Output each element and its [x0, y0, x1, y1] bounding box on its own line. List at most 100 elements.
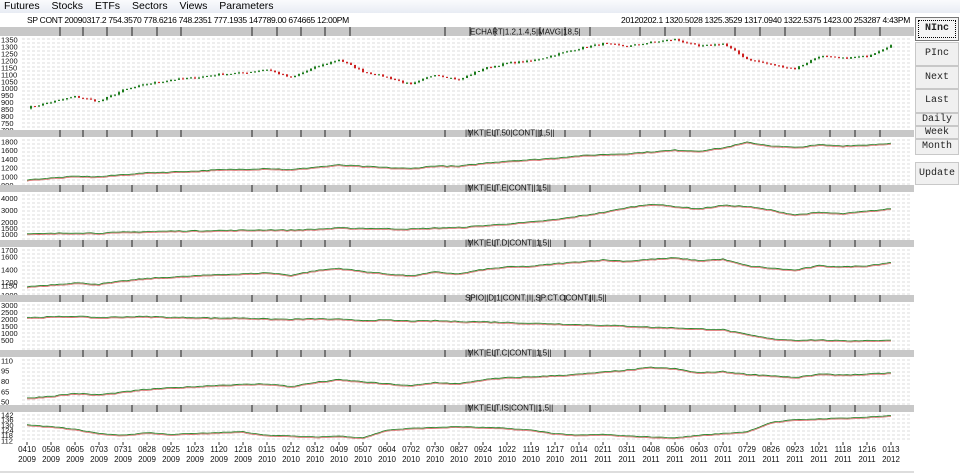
x-tick-label: 0410 — [18, 445, 36, 454]
x-tick-year: 2009 — [186, 455, 204, 464]
candle — [758, 60, 760, 62]
candle — [710, 44, 712, 46]
x-tick-year: 2010 — [354, 455, 372, 464]
candle — [378, 74, 380, 76]
candle — [686, 42, 688, 44]
candle — [250, 71, 252, 73]
candle — [782, 65, 784, 68]
candle — [342, 59, 344, 62]
y-tick-label: 110 — [1, 356, 13, 365]
update-button[interactable]: Update — [915, 162, 959, 185]
x-tick-year: 2011 — [786, 455, 804, 464]
daily-button[interactable]: Daily — [915, 113, 959, 126]
candle — [726, 43, 728, 47]
x-tick-label: 0604 — [378, 445, 396, 454]
next-button[interactable]: Next — [915, 66, 959, 89]
month-button[interactable]: Month — [915, 139, 959, 155]
candle — [846, 57, 848, 59]
candle — [690, 43, 692, 45]
menu-stocks[interactable]: Stocks — [52, 0, 84, 12]
candle — [706, 44, 708, 46]
menu-views[interactable]: Views — [180, 0, 208, 12]
candle — [638, 44, 640, 46]
candle — [286, 74, 288, 77]
x-tick-label: 0730 — [426, 445, 444, 454]
candle — [422, 78, 424, 81]
candle — [698, 44, 700, 47]
candle — [778, 65, 780, 67]
x-tick-year: 2010 — [282, 455, 300, 464]
week-button[interactable]: Week — [915, 126, 959, 139]
candle — [70, 97, 72, 99]
menu-futures[interactable]: Futures — [4, 0, 40, 12]
candle — [746, 56, 748, 60]
candle — [742, 53, 744, 57]
candle — [554, 55, 556, 57]
candle — [458, 79, 460, 81]
candle — [438, 75, 440, 77]
candle — [326, 63, 328, 65]
candle — [654, 41, 656, 43]
candle — [618, 44, 620, 46]
candle — [138, 85, 140, 88]
candle — [530, 60, 532, 62]
x-tick-year: 2009 — [162, 455, 180, 464]
y-tick-label: 1600 — [1, 253, 18, 262]
ninc-button[interactable]: NInc — [915, 17, 959, 41]
candle — [822, 56, 824, 58]
panel-header — [0, 27, 914, 36]
candle — [834, 56, 836, 58]
candle — [318, 66, 320, 68]
candle — [74, 96, 76, 98]
x-tick-label: 1120 — [210, 445, 228, 454]
candle — [54, 100, 56, 103]
last-button[interactable]: Last — [915, 89, 959, 113]
candle — [370, 72, 372, 74]
candle — [546, 57, 548, 59]
candle — [762, 61, 764, 63]
candle — [522, 61, 524, 63]
multi-panel-chart[interactable]: ECHART|1.2,1.4,5|MAVG|18,5|1350130012501… — [0, 27, 914, 474]
x-tick-label: 0113 — [882, 445, 900, 454]
x-tick-label: 0507 — [354, 445, 372, 454]
candle — [646, 43, 648, 45]
x-tick-label: 0603 — [690, 445, 708, 454]
candle — [102, 99, 104, 102]
candle — [238, 72, 240, 74]
x-tick-year: 2011 — [690, 455, 708, 464]
candle — [130, 87, 132, 89]
candle — [34, 106, 36, 108]
candle — [174, 79, 176, 81]
candle — [98, 101, 100, 103]
y-tick-label: 1000 — [1, 172, 18, 181]
candle — [154, 82, 156, 84]
x-tick-label: 0311 — [618, 445, 636, 454]
candle — [150, 83, 152, 85]
candle — [322, 64, 324, 67]
pinc-button[interactable]: PInc — [915, 42, 959, 66]
y-tick-label: 500 — [1, 336, 14, 345]
candle — [718, 44, 720, 46]
y-tick-label: 4000 — [1, 194, 18, 203]
candle — [514, 62, 516, 64]
menu-bar: Futures Stocks ETFs Sectors Views Parame… — [0, 0, 960, 13]
menu-sectors[interactable]: Sectors — [132, 0, 168, 12]
x-tick-year: 2010 — [546, 455, 564, 464]
x-tick-year: 2011 — [714, 455, 732, 464]
candle — [790, 67, 792, 69]
candle — [682, 40, 684, 43]
candle — [406, 82, 408, 84]
x-tick-year: 2009 — [18, 455, 36, 464]
menu-etfs[interactable]: ETFs — [95, 0, 120, 12]
y-tick-label: 1400 — [1, 155, 18, 164]
x-tick-label: 0408 — [642, 445, 660, 454]
candle — [158, 82, 160, 84]
x-tick-year: 2011 — [762, 455, 780, 464]
candle — [106, 97, 108, 100]
menu-parameters[interactable]: Parameters — [219, 0, 273, 12]
x-tick-year: 2009 — [138, 455, 156, 464]
panel-label: ECHART|1.2,1.4,5|MAVG|18,5| — [470, 28, 581, 37]
candle — [858, 56, 860, 58]
candle — [794, 67, 796, 70]
candle — [142, 84, 144, 86]
